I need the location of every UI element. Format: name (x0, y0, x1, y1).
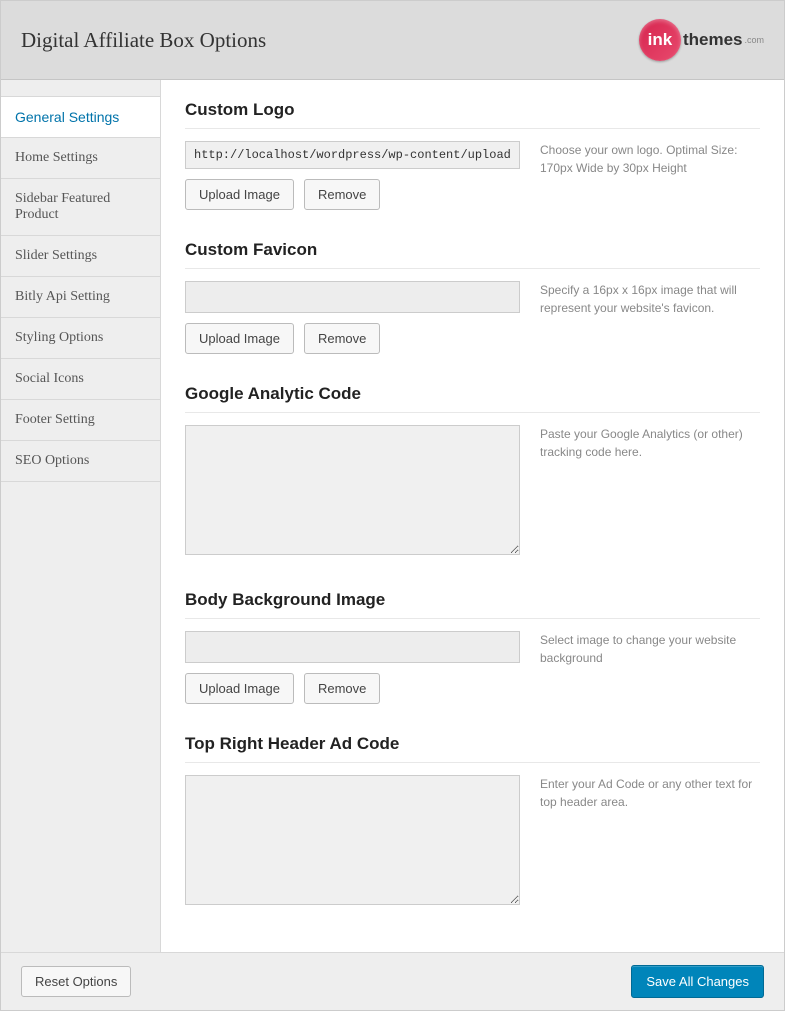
sidebar-item-styling-options[interactable]: Styling Options (1, 317, 160, 358)
help-text: Choose your own logo. Optimal Size: 170p… (540, 141, 760, 210)
sidebar-item-sidebar-featured-product[interactable]: Sidebar Featured Product (1, 178, 160, 235)
help-text: Specify a 16px x 16px image that will re… (540, 281, 760, 354)
inkthemes-logo: ink themes .com (639, 19, 764, 61)
sidebar-item-home-settings[interactable]: Home Settings (1, 137, 160, 178)
header: Digital Affiliate Box Options ink themes… (1, 1, 784, 80)
sidebar-item-general-settings[interactable]: General Settings (1, 96, 160, 137)
sidebar-item-social-icons[interactable]: Social Icons (1, 358, 160, 399)
help-text: Paste your Google Analytics (or other) t… (540, 425, 760, 560)
logo-subtext: .com (744, 35, 764, 45)
page-title: Digital Affiliate Box Options (21, 28, 266, 53)
remove-button[interactable]: Remove (304, 673, 380, 704)
help-text: Select image to change your website back… (540, 631, 760, 704)
sidebar: General Settings Home Settings Sidebar F… (1, 80, 161, 952)
custom-favicon-input[interactable] (185, 281, 520, 313)
sidebar-item-seo-options[interactable]: SEO Options (1, 440, 160, 482)
section-body-background: Body Background Image Upload Image Remov… (185, 590, 760, 704)
remove-button[interactable]: Remove (304, 179, 380, 210)
upload-image-button[interactable]: Upload Image (185, 323, 294, 354)
sidebar-item-bitly-api-setting[interactable]: Bitly Api Setting (1, 276, 160, 317)
top-right-ad-textarea[interactable] (185, 775, 520, 905)
upload-image-button[interactable]: Upload Image (185, 673, 294, 704)
save-all-changes-button[interactable]: Save All Changes (631, 965, 764, 998)
section-custom-favicon: Custom Favicon Upload Image Remove Speci… (185, 240, 760, 354)
section-custom-logo: Custom Logo Upload Image Remove Choose y… (185, 100, 760, 210)
upload-image-button[interactable]: Upload Image (185, 179, 294, 210)
section-title: Custom Favicon (185, 240, 760, 269)
body-container: General Settings Home Settings Sidebar F… (1, 80, 784, 952)
custom-logo-input[interactable] (185, 141, 520, 169)
section-top-right-header-ad: Top Right Header Ad Code Enter your Ad C… (185, 734, 760, 910)
section-google-analytic: Google Analytic Code Paste your Google A… (185, 384, 760, 560)
logo-circle-icon: ink (639, 19, 681, 61)
help-text: Enter your Ad Code or any other text for… (540, 775, 760, 910)
reset-options-button[interactable]: Reset Options (21, 966, 131, 997)
footer: Reset Options Save All Changes (1, 952, 784, 1010)
section-title: Custom Logo (185, 100, 760, 129)
section-title: Google Analytic Code (185, 384, 760, 413)
logo-text: themes (683, 30, 743, 50)
sidebar-item-slider-settings[interactable]: Slider Settings (1, 235, 160, 276)
remove-button[interactable]: Remove (304, 323, 380, 354)
section-title: Top Right Header Ad Code (185, 734, 760, 763)
body-bg-input[interactable] (185, 631, 520, 663)
sidebar-item-footer-setting[interactable]: Footer Setting (1, 399, 160, 440)
section-title: Body Background Image (185, 590, 760, 619)
google-analytic-textarea[interactable] (185, 425, 520, 555)
main-content: Custom Logo Upload Image Remove Choose y… (161, 80, 784, 952)
